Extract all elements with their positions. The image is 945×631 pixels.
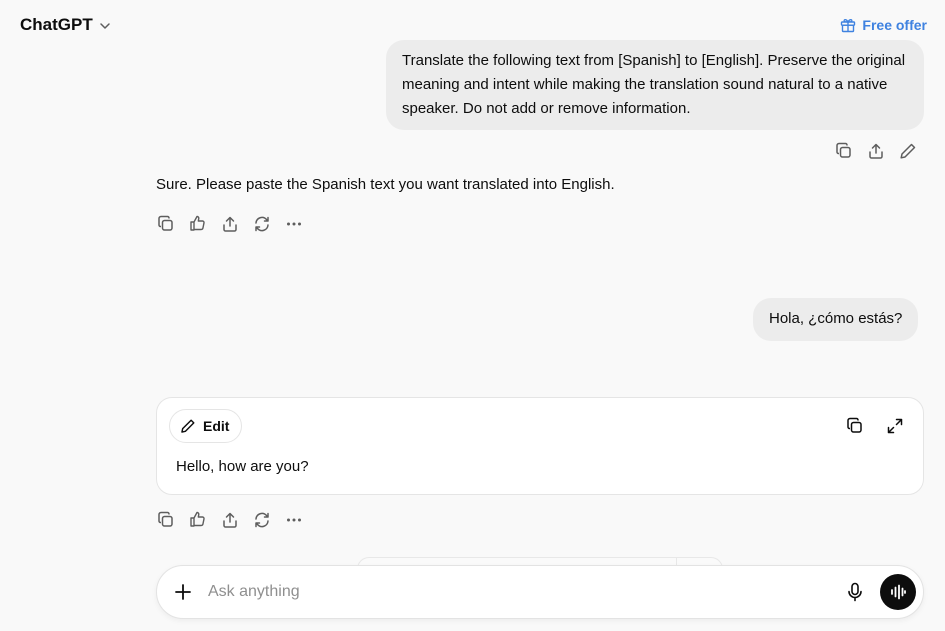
copy-icon[interactable] xyxy=(154,212,178,236)
share-icon[interactable] xyxy=(864,139,888,163)
user-message-text: Hola, ¿cómo estás? xyxy=(769,310,903,327)
feedback-icon[interactable] xyxy=(186,508,210,532)
translation-card: Edit Hello, how are you? xyxy=(156,397,924,495)
pencil-icon xyxy=(181,419,195,433)
chevron-down-icon xyxy=(99,22,110,29)
translation-text: Hello, how are you? xyxy=(176,458,309,475)
prompt-input[interactable] xyxy=(208,578,828,606)
copy-icon[interactable] xyxy=(832,139,856,163)
voice-mode-icon[interactable] xyxy=(880,574,916,610)
share-icon[interactable] xyxy=(218,508,242,532)
card-toolbar xyxy=(843,414,907,438)
plus-icon[interactable] xyxy=(171,580,195,604)
composer xyxy=(156,565,924,619)
edit-button-label: Edit xyxy=(203,418,230,434)
copy-icon[interactable] xyxy=(154,508,178,532)
gift-icon xyxy=(841,19,856,33)
more-icon[interactable] xyxy=(282,212,306,236)
free-offer-button[interactable]: Free offer xyxy=(840,17,927,33)
regenerate-icon[interactable] xyxy=(250,508,274,532)
pencil-icon[interactable] xyxy=(896,139,920,163)
expand-icon[interactable] xyxy=(883,414,907,438)
free-offer-label: Free offer xyxy=(862,17,927,33)
assistant-message-actions xyxy=(154,508,306,532)
assistant-message-actions xyxy=(154,212,306,236)
user-message-actions xyxy=(832,139,920,163)
assistant-message-text: Sure. Please paste the Spanish text you … xyxy=(156,176,615,193)
microphone-icon[interactable] xyxy=(843,580,867,604)
feedback-icon[interactable] xyxy=(186,212,210,236)
app-title: ChatGPT xyxy=(20,15,93,34)
assistant-message: Sure. Please paste the Spanish text you … xyxy=(156,173,615,197)
user-message: Translate the following text from [Spani… xyxy=(386,40,924,130)
user-message-text: Translate the following text from [Spani… xyxy=(402,52,906,117)
model-selector[interactable]: ChatGPT xyxy=(20,15,111,35)
share-icon[interactable] xyxy=(218,212,242,236)
edit-button[interactable]: Edit xyxy=(169,409,243,443)
copy-icon[interactable] xyxy=(843,414,867,438)
regenerate-icon[interactable] xyxy=(250,212,274,236)
more-icon[interactable] xyxy=(282,508,306,532)
user-message: Hola, ¿cómo estás? xyxy=(753,298,919,341)
